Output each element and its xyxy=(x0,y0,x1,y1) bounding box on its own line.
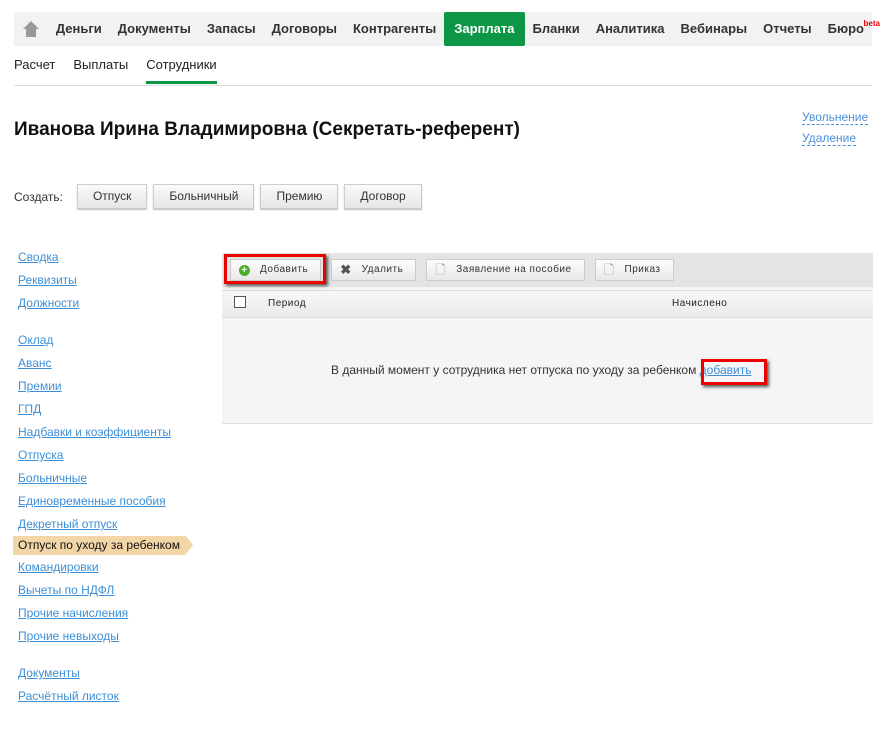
sidebar-item[interactable]: Сводка xyxy=(18,249,186,272)
column-period: Период xyxy=(268,298,307,309)
subnav-tab[interactable]: Сотрудники xyxy=(146,57,217,84)
nav-tab[interactable]: Зарплата xyxy=(444,12,525,46)
sidebar-item[interactable]: Отпуска xyxy=(18,447,186,470)
beta-badge: beta xyxy=(863,19,880,28)
nav-tab[interactable]: Деньги xyxy=(48,12,110,46)
sidebar-item[interactable]: Больничные xyxy=(18,470,186,493)
page-title: Иванова Ирина Владимировна (Секретать-ре… xyxy=(14,119,520,140)
create-label: Создать: xyxy=(14,189,63,204)
sidebar-item[interactable]: Реквизиты xyxy=(18,272,186,295)
sidebar-item[interactable]: Прочие невыходы xyxy=(18,628,186,651)
select-all-checkbox[interactable] xyxy=(234,296,246,308)
home-icon[interactable] xyxy=(14,20,48,38)
empty-text: В данный момент у сотрудника нет отпуска… xyxy=(331,363,697,377)
nav-tab[interactable]: Бюро beta xyxy=(820,12,880,46)
create-button[interactable]: Отпуск xyxy=(76,184,148,209)
sidebar-item[interactable]: Прочие начисления xyxy=(18,605,186,628)
delete-link[interactable]: Удаление xyxy=(802,131,857,146)
table-header: Период Начислено xyxy=(222,290,873,318)
sidebar-item[interactable]: Должности xyxy=(18,295,186,318)
nav-tab[interactable]: Контрагенты xyxy=(345,12,444,46)
sidebar-item[interactable]: Отпуск по уходу за ребенком xyxy=(13,536,193,555)
sidebar-item[interactable]: ГПД xyxy=(18,401,186,424)
divider xyxy=(14,85,872,86)
nav-tab[interactable]: Запасы xyxy=(199,12,264,46)
sidebar-item[interactable]: Расчётный листок xyxy=(18,688,186,711)
application-button[interactable]: 🗋 Заявление на пособие xyxy=(426,259,585,281)
document-icon: 🗋 xyxy=(435,262,447,277)
nav-tab[interactable]: Вебинары xyxy=(673,12,756,46)
empty-message: В данный момент у сотрудника нет отпуска… xyxy=(331,363,751,377)
create-bar: Создать: Отпуск Больничный Премию Договор xyxy=(14,184,428,209)
create-button[interactable]: Договор xyxy=(344,184,422,209)
sidebar-item[interactable]: Премии xyxy=(18,378,186,401)
order-label: Приказ xyxy=(624,264,661,275)
subnav-tab[interactable]: Расчет xyxy=(14,57,55,84)
sidebar: Сводка Реквизиты Должности Оклад Аванс Премии… xyxy=(13,249,193,711)
delete-label: Удалить xyxy=(361,264,404,275)
delete-button[interactable]: ✖ Удалить xyxy=(331,259,417,281)
nav-tab[interactable]: Аналитика xyxy=(588,12,673,46)
sub-nav: Расчет Выплаты Сотрудники xyxy=(14,57,235,84)
subnav-tab[interactable]: Выплаты xyxy=(73,57,128,84)
nav-tab[interactable]: Документы xyxy=(110,12,199,46)
create-button[interactable]: Премию xyxy=(260,184,339,209)
sidebar-item[interactable]: Оклад xyxy=(18,332,186,355)
nav-tab[interactable]: Отчеты xyxy=(755,12,820,46)
column-accrued: Начислено xyxy=(672,298,728,309)
highlight-box xyxy=(224,254,326,284)
sidebar-item[interactable]: Вычеты по НДФЛ xyxy=(18,582,186,605)
sidebar-item[interactable]: Командировки xyxy=(18,559,186,582)
nav-tab[interactable]: Договоры xyxy=(264,12,345,46)
application-label: Заявление на пособие xyxy=(456,264,572,275)
sidebar-item[interactable]: Документы xyxy=(18,665,186,688)
highlight-box xyxy=(701,359,767,385)
document-icon: 🗋 xyxy=(603,262,615,277)
sidebar-item[interactable]: Надбавки и коэффициенты xyxy=(18,424,186,447)
main-nav: Деньги Документы Запасы Договоры Контрагенты… xyxy=(14,12,880,46)
nav-tab[interactable]: Бланки xyxy=(525,12,588,46)
sidebar-item[interactable]: Единовременные пособия xyxy=(18,493,186,516)
dismiss-link[interactable]: Увольнение xyxy=(802,110,869,125)
sidebar-item[interactable]: Аванс xyxy=(18,355,186,378)
create-button[interactable]: Больничный xyxy=(153,184,255,209)
order-button[interactable]: 🗋 Приказ xyxy=(594,259,674,281)
x-icon: ✖ xyxy=(340,262,352,277)
